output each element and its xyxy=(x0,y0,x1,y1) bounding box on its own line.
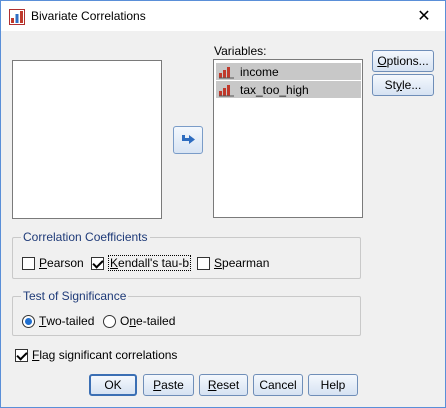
variables-list[interactable]: income tax_too_high xyxy=(213,59,363,218)
radio-circle[interactable] xyxy=(103,314,116,328)
spss-app-icon xyxy=(9,9,25,25)
checkbox-box[interactable] xyxy=(197,256,210,270)
two-tailed-radio[interactable]: Two-tailed xyxy=(22,313,94,329)
ok-button[interactable]: OK xyxy=(89,374,137,396)
one-tailed-radio[interactable]: On e-tailed xyxy=(103,313,175,329)
move-variable-button[interactable] xyxy=(173,126,203,154)
flag-significant-checkbox[interactable]: Flag significant correlations xyxy=(15,347,177,363)
style-button[interactable]: St y le... xyxy=(372,74,434,96)
paste-button[interactable]: Paste xyxy=(143,374,194,396)
reset-button[interactable]: Reset xyxy=(199,374,248,396)
test-of-significance-group: Test of Significance Two-tailed On e-tail… xyxy=(12,289,361,336)
checkbox-box[interactable] xyxy=(91,256,104,270)
options-button[interactable]: Options... xyxy=(372,50,434,72)
checkbox-box[interactable] xyxy=(15,348,28,362)
title-bar: Bivariate Correlations ✕ xyxy=(1,1,445,31)
help-button[interactable]: Help xyxy=(308,374,358,396)
checkbox-box[interactable] xyxy=(22,256,35,270)
radio-circle[interactable] xyxy=(22,314,35,328)
dialog-window: Bivariate Correlations ✕ Variables: inco… xyxy=(0,0,446,408)
window-title: Bivariate Correlations xyxy=(31,9,146,23)
variable-name: tax_too_high xyxy=(240,82,309,97)
source-variable-list[interactable] xyxy=(12,60,162,219)
scale-variable-icon xyxy=(219,84,234,96)
close-button[interactable]: ✕ xyxy=(403,1,445,31)
kendall-label: Kendall's tau-b xyxy=(108,255,192,271)
group-title: Correlation Coefficients xyxy=(21,230,150,244)
list-item[interactable]: income xyxy=(216,63,361,80)
arrow-right-icon xyxy=(182,135,195,144)
scale-variable-icon xyxy=(219,66,234,78)
cancel-button[interactable]: Cancel xyxy=(253,374,303,396)
spearman-checkbox[interactable]: Spearman xyxy=(197,255,269,271)
group-title: Test of Significance xyxy=(21,289,129,303)
pearson-checkbox[interactable]: Pearson xyxy=(22,255,84,271)
correlation-coefficients-group: Correlation Coefficients Pearson Kendall… xyxy=(12,230,361,279)
list-item[interactable]: tax_too_high xyxy=(216,81,361,98)
close-icon: ✕ xyxy=(417,8,431,25)
kendall-checkbox[interactable]: Kendall's tau-b xyxy=(91,255,192,271)
variables-label: Variables: xyxy=(214,44,267,58)
variable-name: income xyxy=(240,64,279,79)
